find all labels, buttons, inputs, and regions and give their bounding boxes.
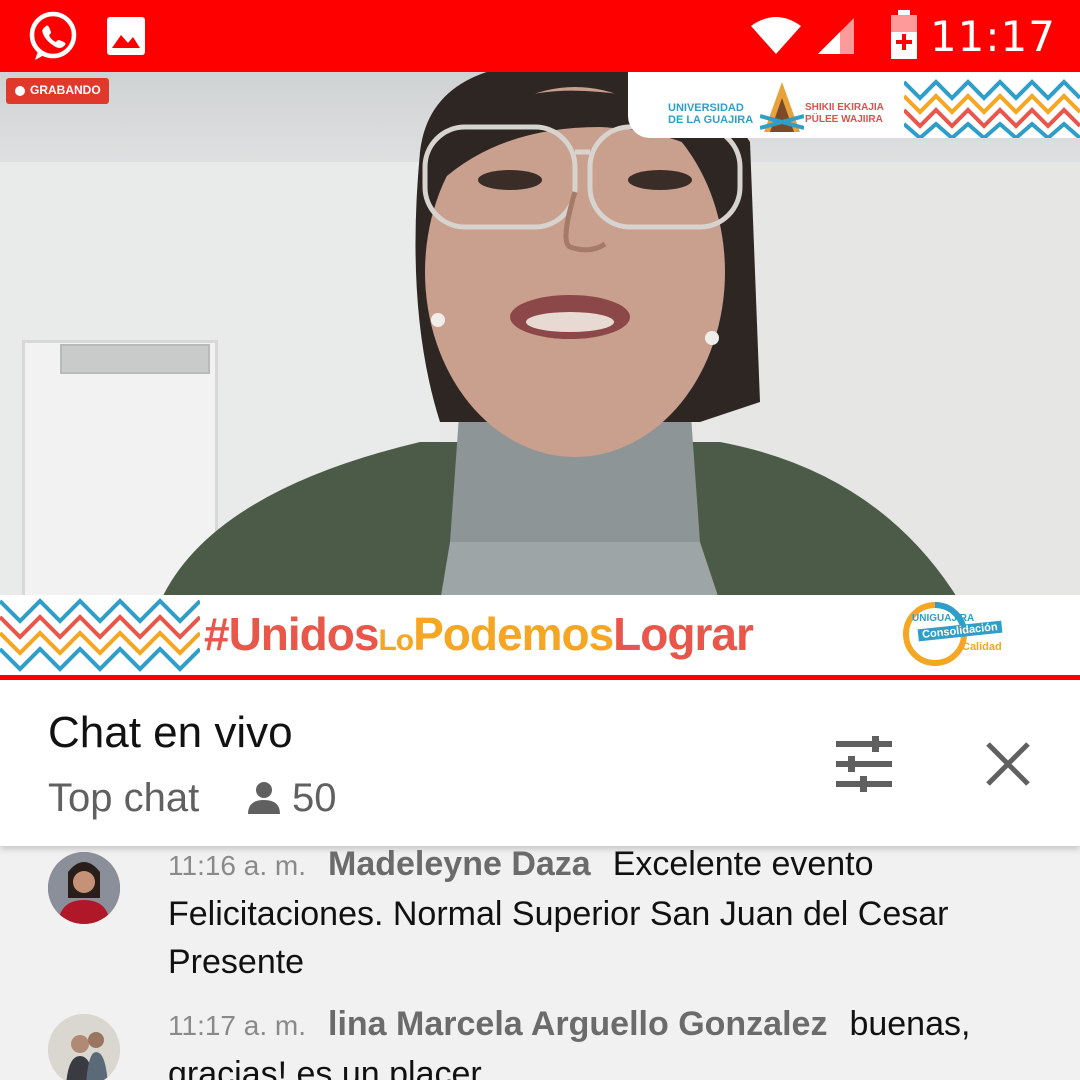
close-chat-button[interactable] — [984, 740, 1032, 788]
message-time: 11:17 a. m. — [168, 1010, 307, 1041]
campaign-logo: UNIGUAJIRA Consolidación Calidad — [900, 599, 1036, 669]
chat-filter-button[interactable] — [834, 736, 894, 792]
signal-icon — [818, 18, 854, 54]
campaign-brand: UNIGUAJIRA — [912, 613, 975, 624]
recording-badge: GRABANDO — [6, 78, 109, 104]
video-player[interactable]: GRABANDO UNIVERSIDAD DE LA GUAJIRA SHIKI… — [0, 72, 1080, 675]
recording-dot-icon — [15, 86, 25, 96]
zigzag-pattern-icon — [904, 79, 1080, 138]
message-time: 11:16 a. m. — [168, 850, 307, 881]
hashtag-banner: #UnidosLoPodemosLograr UNIGUAJIRA Consol… — [0, 595, 1080, 675]
chat-message-body: 11:16 a. m. Madeleyne Daza Excelente event… — [168, 846, 1038, 986]
message-author[interactable]: Madeleyne Daza — [328, 846, 591, 883]
battery-charging-icon — [891, 10, 917, 59]
university-name: UNIVERSIDAD DE LA GUAJIRA — [668, 102, 754, 126]
zigzag-left-pattern-icon — [0, 598, 200, 672]
campaign-text-2: Calidad — [962, 641, 1002, 653]
speaker-video — [160, 72, 960, 675]
person-icon — [248, 782, 280, 814]
chat-mode-selector[interactable]: Top chat — [48, 776, 199, 821]
avatar-photo-icon — [48, 852, 120, 924]
clock: 11:17 — [929, 12, 1056, 61]
university-crest-icon — [760, 82, 804, 132]
recording-label: GRABANDO — [30, 83, 101, 97]
university-logo-panel: UNIVERSIDAD DE LA GUAJIRA SHIKII EKIRAJI… — [628, 72, 1080, 138]
avatar[interactable] — [48, 1014, 120, 1080]
chat-message-body: 11:17 a. m. lina Marcela Arguello Gonzale… — [168, 1000, 1038, 1080]
avatar-photo-icon — [48, 1014, 120, 1080]
wifi-icon — [751, 17, 801, 54]
chat-message-list[interactable]: 11:16 a. m. Madeleyne Daza Excelente event… — [0, 846, 1080, 1080]
image-icon — [107, 17, 145, 55]
viewer-count-value: 50 — [292, 776, 337, 820]
hashtag-text: #UnidosLoPodemosLograr — [204, 608, 754, 660]
chat-title: Chat en vivo — [48, 708, 293, 757]
avatar[interactable] — [48, 852, 120, 924]
status-bar: 11:17 — [0, 0, 1080, 72]
message-author[interactable]: lina Marcela Arguello Gonzalez — [328, 1005, 827, 1043]
university-motto: SHIKII EKIRAJIA PÜLEE WAJIIRA — [805, 102, 884, 125]
whatsapp-icon — [29, 11, 77, 60]
chat-header: Chat en vivo Top chat 50 — [0, 680, 1080, 846]
